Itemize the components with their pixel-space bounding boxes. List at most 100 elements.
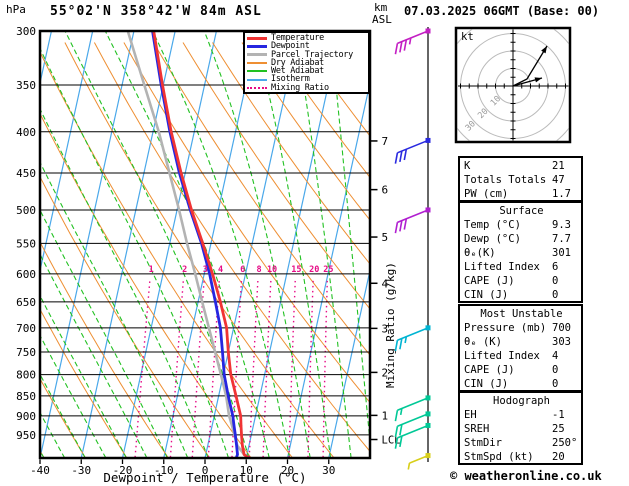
- pressure-tick-label: 500: [16, 204, 36, 217]
- km-tick-label: 1: [382, 409, 389, 422]
- isotherm-line: [370, 31, 464, 458]
- pressure-tick-label: 450: [16, 167, 36, 180]
- table-row: Pressure (mb) 700: [464, 321, 579, 335]
- pressure-tick-label: 850: [16, 390, 36, 403]
- wind-barb-level-marker: [425, 411, 431, 417]
- skewt-sounding-app: 1 2 3 4 6 8 10 15 20 25 300 350 400 450 500 550 600 650 70…: [0, 0, 629, 486]
- wind-barb-shaft: [397, 397, 429, 412]
- wind-barb-feather: [394, 222, 399, 234]
- table-row: Lifted Index 4: [464, 349, 579, 363]
- mixing-ratio-axis-label: Mixing Ratio (g/kg): [384, 262, 397, 388]
- table-title: Surface: [499, 205, 544, 217]
- wind-barb-level-marker: [425, 422, 431, 428]
- wind-barb-level-marker: [425, 137, 431, 143]
- wind-barb: [394, 395, 431, 422]
- table-row: K 21: [464, 159, 579, 173]
- row-value: 0: [552, 289, 559, 301]
- row-label: θₑ (K): [464, 336, 502, 348]
- most-unstable-table: Most Unstable Pressure (mb) 700 θₑ (K) 303…: [458, 304, 583, 392]
- indices-table: K 21 Totals Totals 47 PW (cm) 1.7: [458, 156, 583, 202]
- legend-item-mixing-ratio: Mixing Ratio: [247, 82, 366, 93]
- row-value: 21: [552, 160, 565, 172]
- row-value: 7.7: [552, 233, 571, 245]
- table-row: PW (cm) 1.7: [464, 187, 579, 201]
- hodograph-unit-label: kt: [461, 31, 474, 43]
- mixing-ratio-value-label: 10: [267, 265, 277, 275]
- asl-axis-label: ASL: [372, 13, 392, 26]
- table-row: θₑ(K) 301: [464, 246, 579, 260]
- wind-barb-feather: [394, 410, 399, 422]
- wind-barb-feather: [403, 149, 408, 161]
- row-value: 0: [552, 364, 559, 376]
- table-row: StmSpd (kt) 20: [464, 450, 579, 464]
- wet-adiabat-line: [204, 32, 311, 457]
- table-row: θₑ (K) 303: [464, 335, 579, 349]
- row-value: 1.7: [552, 188, 571, 200]
- row-value: -1: [552, 409, 565, 421]
- legend: Temperature Dewpoint Parcel Trajectory D…: [243, 31, 370, 94]
- isotherm-line: [41, 32, 94, 269]
- pressure-tick-label: 700: [16, 322, 36, 335]
- row-value: 9.3: [552, 219, 571, 231]
- isotherm-line: [287, 84, 369, 457]
- row-value: 700: [552, 322, 571, 334]
- wind-barb-level-marker: [425, 395, 431, 401]
- pressure-tick-label: 400: [16, 126, 36, 139]
- row-label: Lifted Index: [464, 261, 540, 273]
- km-tick-label: 6: [382, 184, 389, 197]
- row-label: Pressure (mb): [464, 322, 547, 334]
- temp-tick-label: -40: [30, 464, 50, 477]
- row-label: StmSpd (kt): [464, 451, 534, 463]
- copyright-label: © weatheronline.co.uk: [450, 469, 602, 483]
- row-label: StmDir: [464, 437, 502, 449]
- row-value: 20: [552, 451, 565, 463]
- row-label: Totals Totals: [464, 174, 547, 186]
- wet-adiabat-line: [252, 32, 332, 457]
- isotherm-line: [0, 31, 10, 458]
- row-label: Lifted Index: [464, 350, 540, 362]
- wind-barb-shaft: [397, 30, 429, 45]
- mixing-ratio-value-label: 20: [309, 265, 319, 275]
- wind-barb-shaft: [397, 327, 429, 341]
- table-title: Most Unstable: [480, 308, 563, 320]
- mixing-ratio-line: [248, 278, 259, 457]
- wet-adiabat-line: [41, 375, 86, 457]
- legend-label: Mixing Ratio: [271, 82, 329, 93]
- wind-barb-shaft: [397, 413, 429, 428]
- pressure-tick-label: 750: [16, 346, 36, 359]
- wind-barb-feather: [399, 338, 403, 350]
- mixing-ratio-value-label: 6: [240, 265, 245, 275]
- dewpoint-line-sample: [247, 44, 267, 48]
- mixing-ratio-line: [169, 278, 185, 457]
- mixing-ratio-value-label: 2: [182, 265, 187, 275]
- km-tick-label: 5: [382, 231, 389, 244]
- surface-table: Surface Temp (°C) 9.3 Dewp (°C) 7.7 θₑ(K) 3…: [458, 201, 583, 303]
- wet-adiabat-line: [329, 32, 369, 437]
- hodograph-table: Hodograph EH -1 SREH 25 StmDir 250° StmSpd …: [458, 391, 583, 465]
- mixing-ratio-value-label: 1: [149, 265, 154, 275]
- wind-barb-feather: [399, 220, 403, 232]
- isotherm-line: [80, 32, 176, 457]
- wind-barb-feather: [403, 39, 408, 51]
- mixing-ratio-value-label: 3: [203, 265, 208, 275]
- pressure-tick-label: 900: [16, 410, 36, 423]
- row-value: 25: [552, 423, 565, 435]
- pressure-tick-label: 300: [16, 25, 36, 38]
- row-value: 6: [552, 261, 559, 273]
- table-row: CIN (J) 0: [464, 377, 579, 391]
- table-row: SREH 25: [464, 422, 579, 436]
- row-value: 301: [552, 247, 571, 259]
- wind-barb-feather: [394, 152, 399, 164]
- wind-barb: [394, 28, 431, 55]
- temperature-axis-label: Dewpoint / Temperature (°C): [103, 470, 307, 485]
- table-row: Totals Totals 47: [464, 173, 579, 187]
- mixing-ratio-value-label: 15: [291, 265, 301, 275]
- row-label: CIN (J): [464, 289, 509, 301]
- wind-barb-level-marker: [425, 453, 431, 459]
- table-row: Lifted Index 6: [464, 260, 579, 274]
- row-value: 303: [552, 336, 571, 348]
- pressure-tick-label: 550: [16, 237, 36, 250]
- wind-barb: [394, 137, 431, 164]
- wind-barb: [394, 325, 431, 352]
- row-label: CAPE (J): [464, 275, 515, 287]
